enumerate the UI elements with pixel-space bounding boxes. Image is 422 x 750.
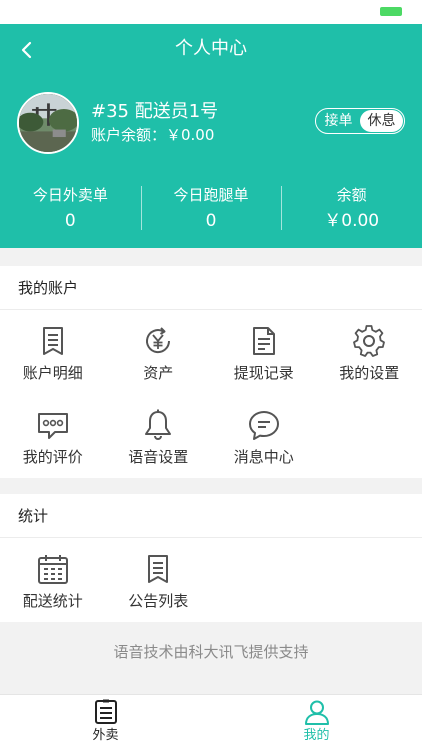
voice-tech-credit: 语音技术由科大讯飞提供支持 [0, 622, 422, 694]
avatar[interactable] [17, 92, 79, 154]
menu-label: 账户明细 [22, 364, 83, 382]
menu-label: 配送统计 [22, 592, 83, 610]
tab-label: 外卖 [92, 728, 119, 743]
menu-my-reviews[interactable]: 我的评价 [0, 394, 106, 478]
tab-bar: 外卖 我的 [0, 694, 422, 750]
bell-icon [141, 408, 175, 442]
stat-label: 今日外卖单 [32, 186, 108, 204]
menu-my-settings[interactable]: 我的设置 [317, 310, 422, 394]
list-icon [93, 699, 119, 725]
stat-takeout-orders[interactable]: 今日外卖单 0 [0, 184, 141, 231]
menu-delivery-stats[interactable]: 配送统计 [0, 538, 106, 622]
menu-message-center[interactable]: 消息中心 [211, 394, 317, 478]
menu-label: 消息中心 [233, 448, 294, 466]
stat-label: 余额 [336, 186, 367, 204]
stat-value: 0 [205, 211, 217, 231]
today-stats: 今日外卖单 0 今日跑腿单 0 余额 ￥0.00 [0, 184, 422, 231]
menu-label: 我的设置 [339, 364, 400, 382]
avatar-photo [19, 94, 77, 152]
stat-errand-orders[interactable]: 今日跑腿单 0 [140, 184, 282, 231]
menu-label: 我的评价 [22, 448, 83, 466]
tab-mine[interactable]: 我的 [211, 695, 422, 750]
menu-withdraw-records[interactable]: 提现记录 [211, 310, 317, 394]
message-icon [247, 408, 281, 442]
bookmark-list-icon [141, 552, 175, 586]
menu-label: 资产 [143, 364, 174, 382]
stat-label: 今日跑腿单 [173, 186, 249, 204]
profile-header: 个人中心 #35 配送员1号 账户余额：￥0.00 接单 休息 今日外卖单 0 … [0, 24, 422, 248]
menu-label: 提现记录 [233, 364, 294, 382]
page-title: 个人中心 [175, 38, 247, 59]
comment-icon [36, 408, 70, 442]
stat-value: ￥0.00 [324, 211, 380, 231]
section-title: 统计 [0, 494, 422, 538]
tab-label: 我的 [303, 728, 330, 743]
menu-voice-settings[interactable]: 语音设置 [106, 394, 212, 478]
statistics-section: 统计 配送统计 公告列表 [0, 494, 422, 622]
status-bar [0, 0, 422, 24]
menu-label: 语音设置 [128, 448, 189, 466]
work-status-toggle[interactable]: 接单 休息 [315, 108, 405, 134]
bookmark-list-icon [36, 324, 70, 358]
stat-value: 0 [64, 211, 76, 231]
menu-account-details[interactable]: 账户明细 [0, 310, 106, 394]
document-icon [247, 324, 281, 358]
calendar-icon [36, 552, 70, 586]
menu-announcement-list[interactable]: 公告列表 [106, 538, 212, 622]
account-balance: 账户余额：￥0.00 [91, 126, 215, 144]
user-icon [304, 699, 330, 725]
toggle-accept-orders[interactable]: 接单 [317, 110, 360, 132]
battery-icon [380, 7, 402, 16]
menu-assets[interactable]: 资产 [106, 310, 212, 394]
tab-takeout[interactable]: 外卖 [0, 695, 211, 750]
gear-icon [352, 324, 386, 358]
section-title: 我的账户 [0, 266, 422, 310]
courier-name: #35 配送员1号 [91, 101, 219, 122]
account-section: 我的账户 账户明细 资产 提现记录 我的设置 我的评价 语音设置 消息中心 [0, 266, 422, 478]
yen-cycle-icon [141, 324, 175, 358]
menu-label: 公告列表 [128, 592, 189, 610]
toggle-rest[interactable]: 休息 [360, 110, 403, 132]
stat-balance[interactable]: 余额 ￥0.00 [281, 184, 422, 231]
